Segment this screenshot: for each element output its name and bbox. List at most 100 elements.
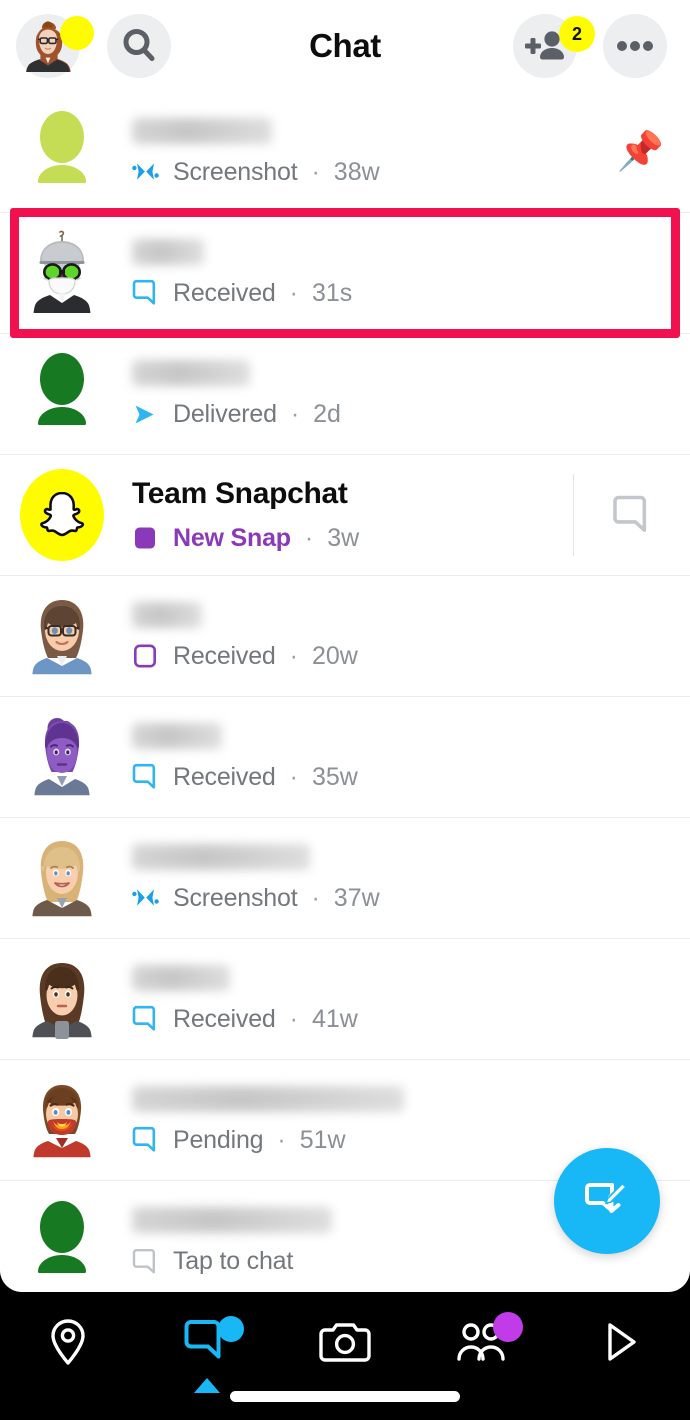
bitmoji-brown-hair-icon bbox=[32, 963, 92, 1039]
bitmoji-glasses-brunette-icon bbox=[32, 600, 92, 675]
status-text: Received bbox=[173, 278, 276, 307]
avatar bbox=[18, 227, 106, 319]
chat-row-body: Pending · 51w bbox=[106, 1085, 690, 1155]
status-time: 38w bbox=[333, 157, 380, 186]
chat-row-team-snapchat[interactable]: Team Snapchat New Snap · 3w bbox=[0, 455, 690, 576]
status-time: 20w bbox=[311, 641, 358, 670]
avatar bbox=[18, 1074, 106, 1166]
chat-bubble-blue-icon bbox=[132, 1126, 156, 1152]
nav-item-chat[interactable] bbox=[159, 1310, 255, 1374]
snap-square-purple-icon bbox=[135, 527, 155, 548]
status-time: 2d bbox=[313, 399, 341, 428]
avatar bbox=[18, 106, 106, 198]
contact-name-blurred bbox=[132, 1207, 332, 1233]
open-chat-button[interactable] bbox=[574, 494, 690, 536]
status-text: Screenshot bbox=[173, 883, 298, 912]
chat-status: Received · 20w bbox=[132, 642, 690, 671]
status-time: 37w bbox=[333, 883, 380, 912]
status-separator: · bbox=[311, 883, 320, 912]
chat-row-body: Received · 20w bbox=[106, 601, 690, 671]
snapchat-ghost-avatar bbox=[20, 469, 104, 561]
status-separator: · bbox=[311, 157, 320, 186]
chat-bubble-blue-icon bbox=[132, 1005, 156, 1031]
status-text: Pending bbox=[173, 1125, 264, 1154]
avatar bbox=[18, 711, 106, 803]
status-time: 35w bbox=[311, 762, 358, 791]
chat-bubble-blue-icon bbox=[132, 279, 156, 305]
status-time: 31s bbox=[311, 278, 353, 307]
chat-unread-badge bbox=[218, 1316, 244, 1342]
more-options-button[interactable] bbox=[603, 14, 667, 78]
chat-status: Delivered · 2d bbox=[132, 400, 690, 429]
status-text: Received bbox=[173, 1004, 276, 1033]
status-separator: · bbox=[277, 1125, 286, 1154]
spotlight-play-icon bbox=[608, 1323, 636, 1361]
status-separator: · bbox=[289, 278, 298, 307]
chat-row[interactable]: Screenshot · 37w bbox=[0, 818, 690, 939]
snapchat-ghost-icon bbox=[40, 491, 85, 537]
contact-name-blurred bbox=[132, 722, 222, 749]
compose-chat-icon bbox=[585, 1182, 627, 1213]
nav-item-friends[interactable] bbox=[435, 1310, 531, 1374]
status-text: Screenshot bbox=[173, 157, 298, 186]
nav-item-spotlight[interactable] bbox=[573, 1310, 669, 1374]
chat-bubble-blue-icon bbox=[132, 763, 156, 789]
status-separator: · bbox=[289, 641, 298, 670]
bitmoji-helmet-mask-icon bbox=[33, 230, 91, 313]
pin-icon: 📌 bbox=[616, 131, 664, 173]
delivered-arrow-icon bbox=[135, 405, 154, 423]
nav-item-map[interactable] bbox=[20, 1310, 116, 1374]
chat-row-selected[interactable]: Received · 31s bbox=[0, 213, 690, 334]
chat-sheet: Chat 2 Screenshot · 38w 📌 Received · 31s… bbox=[0, 0, 690, 1292]
contact-name-blurred bbox=[132, 359, 250, 386]
contact-name-blurred bbox=[132, 117, 272, 144]
screenshot-icon bbox=[132, 162, 159, 180]
active-tab-indicator bbox=[194, 1378, 220, 1393]
avatar bbox=[18, 469, 106, 561]
blank-avatar-lime-icon bbox=[38, 111, 86, 183]
contact-name-blurred bbox=[132, 601, 202, 628]
contact-name-blurred bbox=[132, 843, 310, 870]
avatar bbox=[18, 953, 106, 1045]
status-time: 3w bbox=[327, 523, 360, 552]
status-time: 51w bbox=[299, 1125, 346, 1154]
chat-row-body: Delivered · 2d bbox=[106, 359, 690, 429]
status-text: Tap to chat bbox=[173, 1247, 294, 1275]
blank-avatar-green-icon bbox=[38, 353, 86, 425]
contact-name-blurred bbox=[132, 964, 230, 991]
status-separator: · bbox=[304, 523, 314, 552]
chat-row-body: Received · 35w bbox=[106, 722, 690, 792]
add-friend-button[interactable]: 2 bbox=[513, 14, 595, 78]
chat-list: Screenshot · 38w 📌 Received · 31s Delive… bbox=[0, 92, 690, 1292]
snap-square-purple-outline-icon bbox=[133, 643, 156, 667]
friends-badge bbox=[493, 1312, 523, 1342]
bitmoji-purple-hair-icon bbox=[34, 718, 90, 796]
avatar bbox=[18, 1196, 106, 1288]
chat-row[interactable]: Delivered · 2d bbox=[0, 334, 690, 455]
status-time: 41w bbox=[311, 1004, 358, 1033]
new-chat-fab-button[interactable] bbox=[554, 1148, 660, 1254]
more-options-icon bbox=[617, 41, 653, 51]
chat-status: Received · 35w bbox=[132, 763, 690, 792]
nav-item-camera[interactable] bbox=[297, 1310, 393, 1374]
chat-row-body: Received · 31s bbox=[106, 238, 690, 308]
chat-row[interactable]: Received · 20w bbox=[0, 576, 690, 697]
home-indicator bbox=[230, 1391, 460, 1402]
blank-avatar-green-icon bbox=[38, 1200, 86, 1273]
status-separator: · bbox=[290, 399, 300, 428]
camera-icon bbox=[319, 1323, 371, 1362]
chat-row-body: Received · 41w bbox=[106, 964, 690, 1034]
screenshot-icon bbox=[132, 888, 159, 906]
chat-row[interactable]: Received · 41w bbox=[0, 939, 690, 1060]
chat-status: Screenshot · 38w bbox=[132, 158, 690, 187]
map-pin-icon bbox=[51, 1319, 85, 1365]
chat-row-body: Screenshot · 38w bbox=[106, 117, 690, 187]
status-text: New Snap bbox=[173, 523, 291, 552]
status-text: Received bbox=[173, 641, 276, 670]
chat-status: Received · 31s bbox=[132, 279, 690, 308]
avatar bbox=[18, 832, 106, 924]
status-text: Received bbox=[173, 762, 276, 791]
chat-status: Received · 41w bbox=[132, 1005, 690, 1034]
chat-row[interactable]: Screenshot · 38w 📌 bbox=[0, 92, 690, 213]
chat-row[interactable]: Received · 35w bbox=[0, 697, 690, 818]
